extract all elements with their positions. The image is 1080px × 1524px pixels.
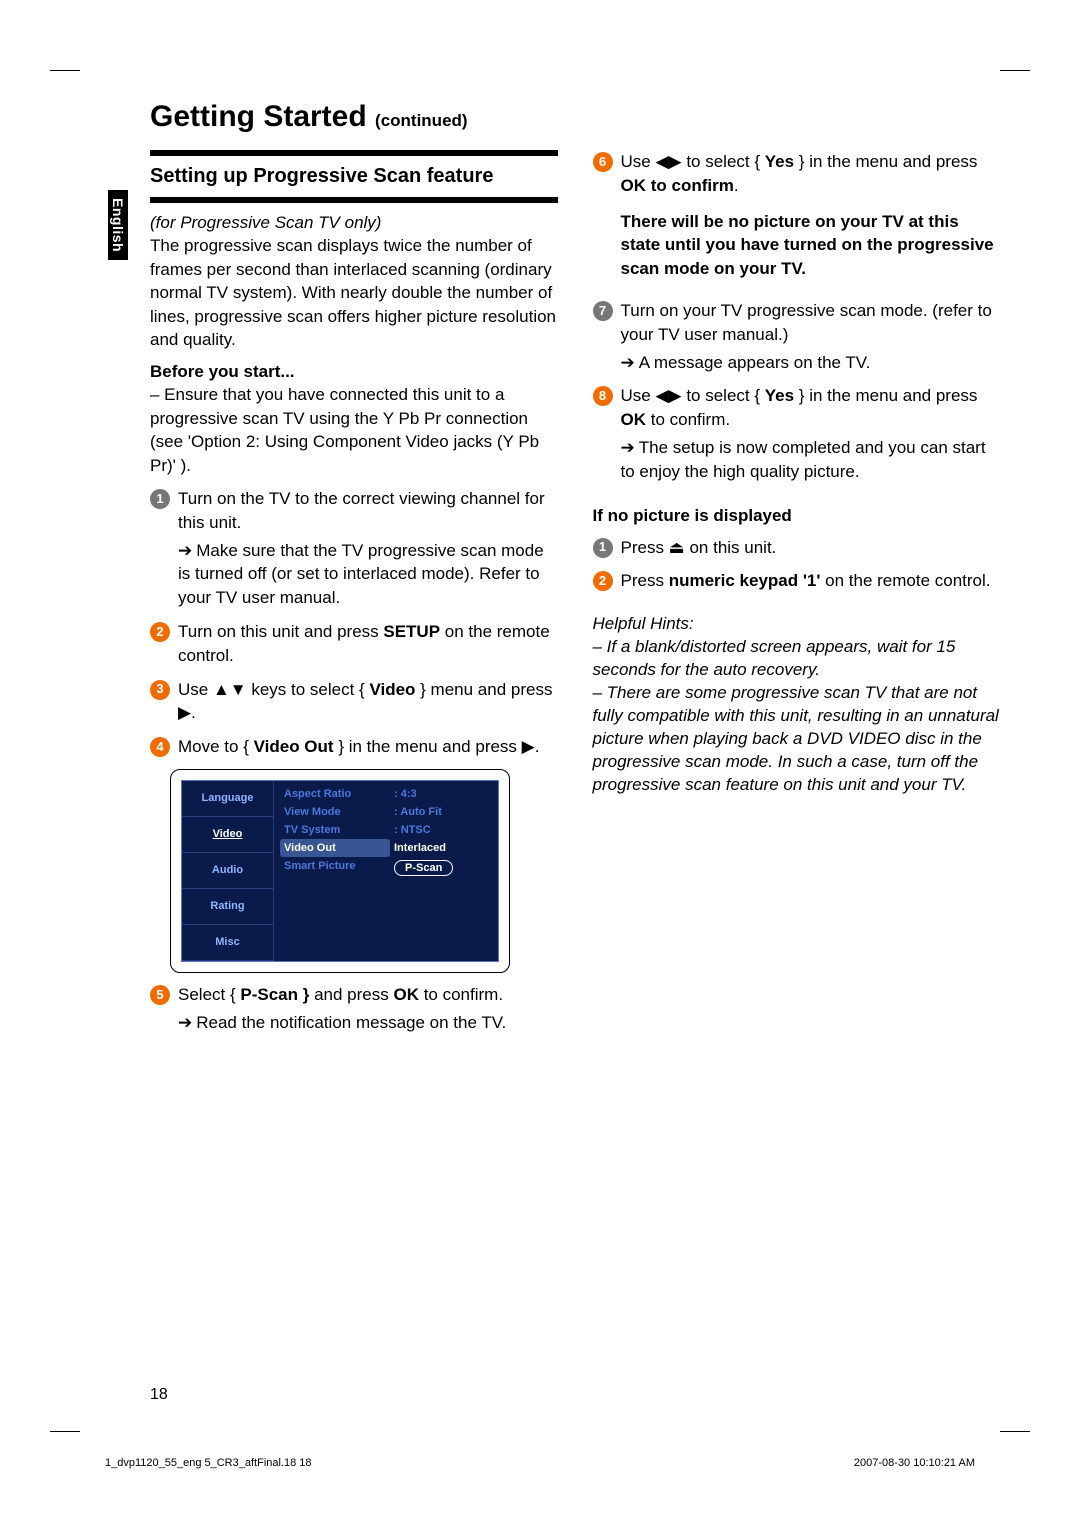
step-number-badge: 8 bbox=[593, 386, 613, 406]
step-number-badge: 5 bbox=[150, 985, 170, 1005]
page-number: 18 bbox=[150, 1386, 168, 1404]
step-bold: Yes bbox=[765, 386, 794, 405]
osd-tab-audio: Audio bbox=[182, 853, 274, 889]
step-number-badge: 7 bbox=[593, 301, 613, 321]
step-sub: Make sure that the TV progressive scan m… bbox=[178, 539, 558, 610]
osd-val-selected: P-Scan bbox=[390, 857, 492, 879]
if-no-pic-1: 1 Press ⏏ on this unit. bbox=[593, 536, 1001, 560]
osd-tab-rating: Rating bbox=[182, 889, 274, 925]
crop-mark bbox=[50, 1431, 80, 1432]
step-text: Use ◀▶ to select { bbox=[621, 386, 765, 405]
hints-heading: Helpful Hints: bbox=[593, 613, 1001, 636]
step-text: on the remote control. bbox=[820, 571, 990, 590]
step-bold: P-Scan } bbox=[240, 985, 309, 1004]
osd-menu-figure: Language Video Audio Rating Misc Aspect … bbox=[170, 769, 510, 973]
helpful-hints: Helpful Hints: – If a blank/distorted sc… bbox=[593, 613, 1001, 797]
osd-row: View Mode bbox=[280, 803, 390, 821]
step-bold: Video Out bbox=[254, 737, 334, 756]
step-bold: Video bbox=[369, 680, 415, 699]
print-footer: 1_dvp1120_55_eng 5_CR3_aftFinal.18 18 20… bbox=[105, 1457, 975, 1469]
step-2: 2 Turn on this unit and press SETUP on t… bbox=[150, 620, 558, 668]
step-bold: Yes bbox=[765, 152, 794, 171]
step-4: 4 Move to { Video Out } in the menu and … bbox=[150, 735, 558, 759]
step-1: 1 Turn on the TV to the correct viewing … bbox=[150, 487, 558, 610]
content-columns: Setting up Progressive Scan feature (for… bbox=[150, 150, 1000, 1035]
step-number-badge: 1 bbox=[150, 489, 170, 509]
hint-item: – There are some progressive scan TV tha… bbox=[593, 682, 1001, 797]
step-note: There will be no picture on your TV at t… bbox=[621, 210, 1001, 281]
step-number-badge: 6 bbox=[593, 152, 613, 172]
step-text: to confirm. bbox=[419, 985, 503, 1004]
step-sub: The setup is now completed and you can s… bbox=[621, 436, 1001, 484]
step-text: Press ⏏ on this unit. bbox=[621, 536, 1001, 560]
step-text: Select { bbox=[178, 985, 240, 1004]
step-bold: OK bbox=[393, 985, 419, 1004]
footer-right: 2007-08-30 10:10:21 AM bbox=[854, 1457, 975, 1469]
osd-tabs: Language Video Audio Rating Misc bbox=[182, 781, 274, 961]
step-7: 7 Turn on your TV progressive scan mode.… bbox=[593, 299, 1001, 374]
title-continued: (continued) bbox=[375, 111, 468, 130]
step-number-badge: 3 bbox=[150, 680, 170, 700]
step-number-badge: 4 bbox=[150, 737, 170, 757]
before-text: – Ensure that you have connected this un… bbox=[150, 383, 558, 477]
step-text: } in the menu and press ▶. bbox=[334, 737, 540, 756]
step-text: Turn on this unit and press bbox=[178, 622, 383, 641]
crop-mark bbox=[1000, 70, 1030, 71]
section-heading: Setting up Progressive Scan feature bbox=[150, 150, 558, 203]
step-bold: OK bbox=[621, 410, 647, 429]
title-main: Getting Started bbox=[150, 100, 367, 133]
osd-val: NTSC bbox=[390, 821, 492, 839]
osd-row: Smart Picture bbox=[280, 857, 390, 875]
step-text: } in the menu and press bbox=[794, 386, 977, 405]
osd-row-active: Video Out bbox=[280, 839, 390, 857]
step-sub: Read the notification message on the TV. bbox=[178, 1011, 558, 1035]
page-title: Getting Started (continued) bbox=[150, 100, 1000, 134]
osd-tab-language: Language bbox=[182, 781, 274, 817]
step-sub: A message appears on the TV. bbox=[621, 351, 1001, 375]
osd-val: Interlaced bbox=[390, 839, 492, 857]
osd-tab-misc: Misc bbox=[182, 925, 274, 961]
before-heading: Before you start... bbox=[150, 360, 558, 383]
crop-mark bbox=[50, 70, 80, 71]
step-number-badge: 2 bbox=[150, 622, 170, 642]
crop-mark bbox=[1000, 1431, 1030, 1432]
step-bold: OK to confirm bbox=[621, 176, 734, 195]
step-8: 8 Use ◀▶ to select { Yes } in the menu a… bbox=[593, 384, 1001, 483]
step-6: 6 Use ◀▶ to select { Yes } in the menu a… bbox=[593, 150, 1001, 281]
step-bold: SETUP bbox=[383, 622, 440, 641]
subsection-heading: If no picture is displayed bbox=[593, 506, 1001, 526]
osd-val: 4:3 bbox=[390, 785, 492, 803]
step-text: Use ▲▼ keys to select { bbox=[178, 680, 369, 699]
step-number-badge: 2 bbox=[593, 571, 613, 591]
osd-row: Aspect Ratio bbox=[280, 785, 390, 803]
if-no-pic-2: 2 Press numeric keypad '1' on the remote… bbox=[593, 569, 1001, 593]
manual-page: English Getting Started (continued) Sett… bbox=[0, 0, 1080, 1524]
intro-paragraph: The progressive scan displays twice the … bbox=[150, 234, 558, 351]
right-column: 6 Use ◀▶ to select { Yes } in the menu a… bbox=[593, 150, 1001, 1035]
osd-row: TV System bbox=[280, 821, 390, 839]
footer-left: 1_dvp1120_55_eng 5_CR3_aftFinal.18 18 bbox=[105, 1457, 312, 1469]
osd-tab-video: Video bbox=[182, 817, 274, 853]
step-text: Move to { bbox=[178, 737, 254, 756]
hint-item: – If a blank/distorted screen appears, w… bbox=[593, 636, 1001, 682]
step-text: Use ◀▶ to select { bbox=[621, 152, 765, 171]
step-5: 5 Select { P-Scan } and press OK to conf… bbox=[150, 983, 558, 1035]
step-text: } in the menu and press bbox=[794, 152, 977, 171]
step-3: 3 Use ▲▼ keys to select { Video } menu a… bbox=[150, 678, 558, 726]
step-text: . bbox=[734, 176, 739, 195]
step-text: to confirm. bbox=[646, 410, 730, 429]
osd-val: Auto Fit bbox=[390, 803, 492, 821]
step-text: Turn on your TV progressive scan mode. (… bbox=[621, 301, 992, 344]
step-text: Press bbox=[621, 571, 669, 590]
step-number-badge: 1 bbox=[593, 538, 613, 558]
left-column: Setting up Progressive Scan feature (for… bbox=[150, 150, 558, 1035]
language-tab-label: English bbox=[108, 190, 128, 260]
step-text: Turn on the TV to the correct viewing ch… bbox=[178, 489, 545, 532]
intro-note: (for Progressive Scan TV only) bbox=[150, 211, 558, 234]
step-text: and press bbox=[309, 985, 393, 1004]
step-bold: numeric keypad '1' bbox=[669, 571, 821, 590]
